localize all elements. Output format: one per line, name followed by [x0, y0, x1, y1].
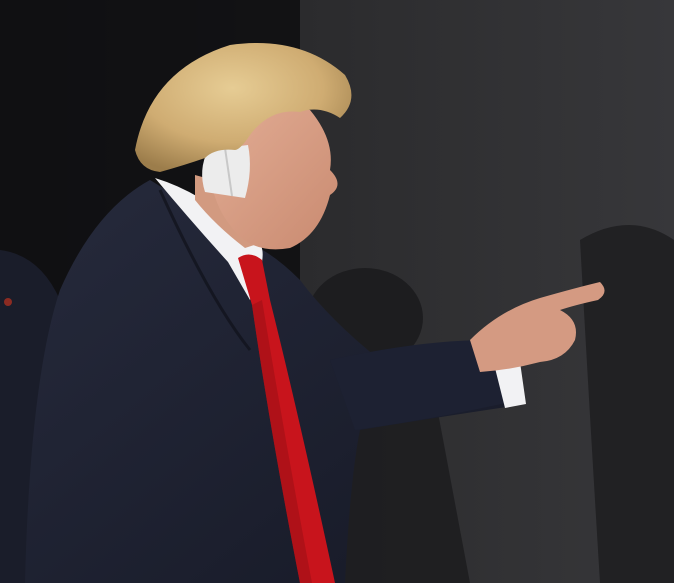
photo-illustration — [0, 0, 674, 583]
photo-scene — [0, 0, 674, 583]
left-person-pin — [4, 298, 12, 306]
